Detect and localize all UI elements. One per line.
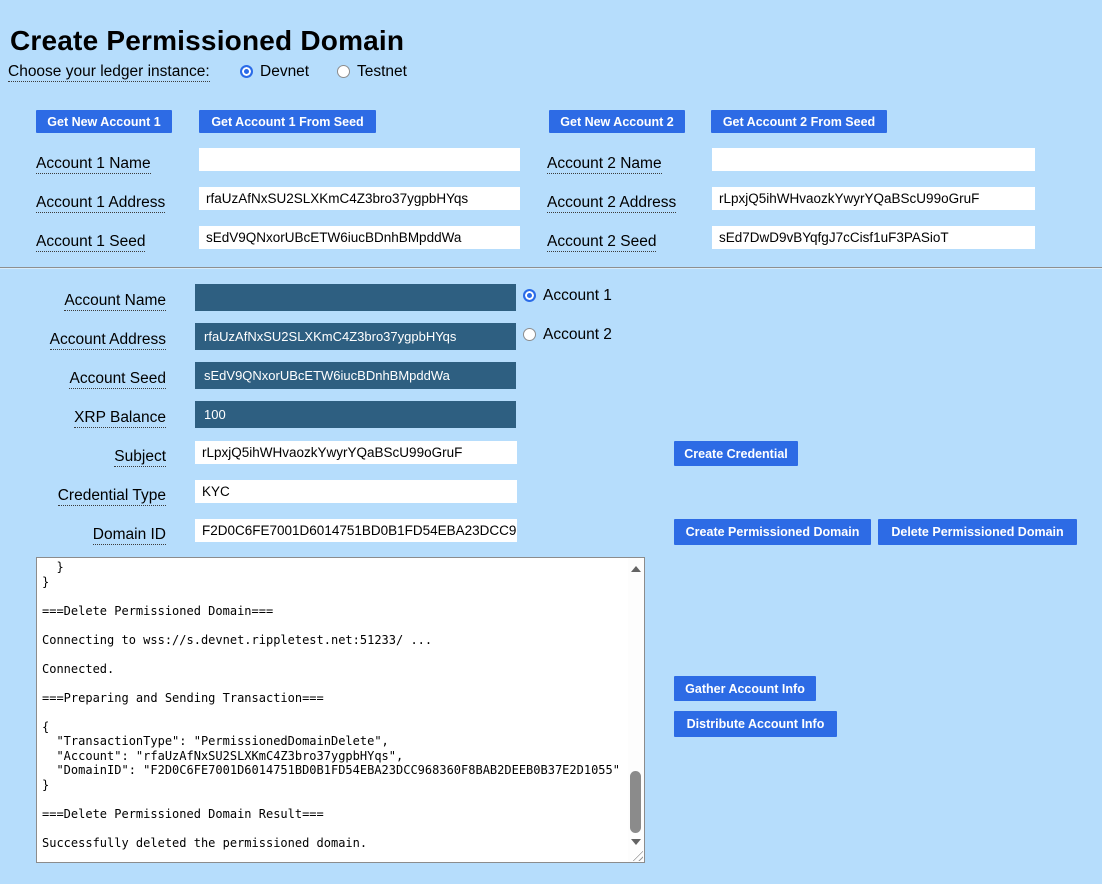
use-account2-radio[interactable]: [523, 328, 536, 341]
get-new-account2-button[interactable]: Get New Account 2: [549, 110, 685, 133]
account1-address-input[interactable]: [199, 187, 520, 210]
account1-address-label: Account 1 Address: [36, 194, 165, 212]
devnet-radio-label[interactable]: Devnet: [260, 63, 309, 81]
account-name-input[interactable]: [195, 284, 516, 311]
subject-label: Subject: [0, 448, 166, 466]
account1-seed-input[interactable]: [199, 226, 520, 249]
create-credential-button[interactable]: Create Credential: [674, 441, 798, 466]
result-textarea[interactable]: } } ===Delete Permissioned Domain=== Con…: [36, 557, 645, 863]
account1-name-input[interactable]: [199, 148, 520, 171]
credential-type-input[interactable]: [195, 480, 517, 503]
xrp-balance-input[interactable]: [195, 401, 516, 428]
account-seed-input[interactable]: [195, 362, 516, 389]
account2-name-input[interactable]: [712, 148, 1035, 171]
page: Create Permissioned Domain Choose your l…: [0, 0, 1102, 884]
domain-id-input[interactable]: [195, 519, 517, 542]
create-permissioned-domain-button[interactable]: Create Permissioned Domain: [674, 519, 871, 545]
account-address-input[interactable]: [195, 323, 516, 350]
use-account1-radio[interactable]: [523, 289, 536, 302]
domain-id-label: Domain ID: [0, 526, 166, 544]
testnet-radio[interactable]: [337, 65, 350, 78]
get-account1-from-seed-button[interactable]: Get Account 1 From Seed: [199, 110, 376, 133]
devnet-radio[interactable]: [240, 65, 253, 78]
testnet-radio-label[interactable]: Testnet: [357, 63, 407, 81]
ledger-instance-label-text: Choose your ledger instance:: [8, 63, 210, 82]
account1-name-label: Account 1 Name: [36, 155, 151, 173]
account2-address-label: Account 2 Address: [547, 194, 676, 212]
use-account2-radio-label[interactable]: Account 2: [543, 326, 612, 344]
ledger-instance-label: Choose your ledger instance:: [8, 63, 210, 81]
account-address-label: Account Address: [0, 331, 166, 349]
account2-seed-input[interactable]: [712, 226, 1035, 249]
subject-input[interactable]: [195, 441, 517, 464]
account1-seed-label: Account 1 Seed: [36, 233, 145, 251]
get-new-account1-button[interactable]: Get New Account 1: [36, 110, 172, 133]
scroll-up-arrow-icon[interactable]: [631, 566, 641, 572]
account-name-label: Account Name: [0, 292, 166, 310]
result-text: } } ===Delete Permissioned Domain=== Con…: [37, 559, 627, 862]
scrollbar-thumb[interactable]: [630, 771, 641, 833]
delete-permissioned-domain-button[interactable]: Delete Permissioned Domain: [878, 519, 1077, 545]
get-account2-from-seed-button[interactable]: Get Account 2 From Seed: [711, 110, 887, 133]
account2-name-label: Account 2 Name: [547, 155, 662, 173]
gather-account-info-button[interactable]: Gather Account Info: [674, 676, 816, 701]
scroll-down-arrow-icon[interactable]: [631, 839, 641, 845]
account-seed-label: Account Seed: [0, 370, 166, 388]
vertical-scrollbar[interactable]: [628, 558, 644, 862]
use-account1-radio-label[interactable]: Account 1: [543, 287, 612, 305]
page-title: Create Permissioned Domain: [10, 25, 404, 57]
account2-address-input[interactable]: [712, 187, 1035, 210]
distribute-account-info-button[interactable]: Distribute Account Info: [674, 711, 837, 737]
account2-seed-label: Account 2 Seed: [547, 233, 656, 251]
xrp-balance-label: XRP Balance: [0, 409, 166, 427]
credential-type-label: Credential Type: [0, 487, 166, 505]
section-divider: [0, 267, 1102, 269]
